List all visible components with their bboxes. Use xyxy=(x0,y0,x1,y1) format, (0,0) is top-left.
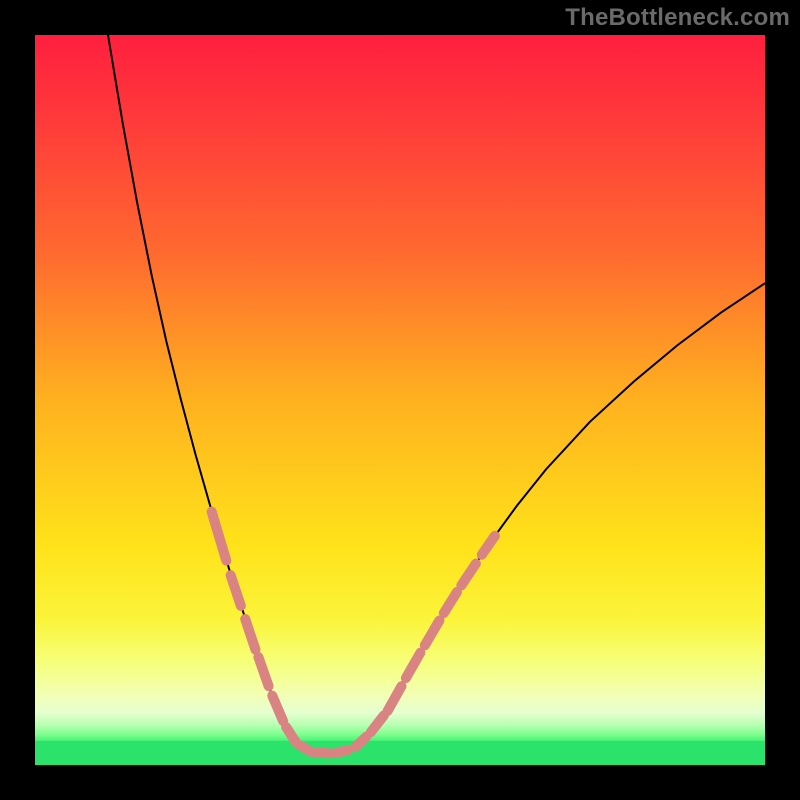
highlight-segment-left-6 xyxy=(300,745,311,752)
watermark-text: TheBottleneck.com xyxy=(565,4,790,32)
plot-area xyxy=(35,35,765,765)
chart-svg xyxy=(35,35,765,765)
baseline-band xyxy=(35,741,765,765)
background-rect xyxy=(35,35,765,765)
highlight-segment-left-8 xyxy=(336,750,348,752)
chart-frame: TheBottleneck.com xyxy=(0,0,800,800)
highlight-segment-left-7 xyxy=(317,753,330,754)
